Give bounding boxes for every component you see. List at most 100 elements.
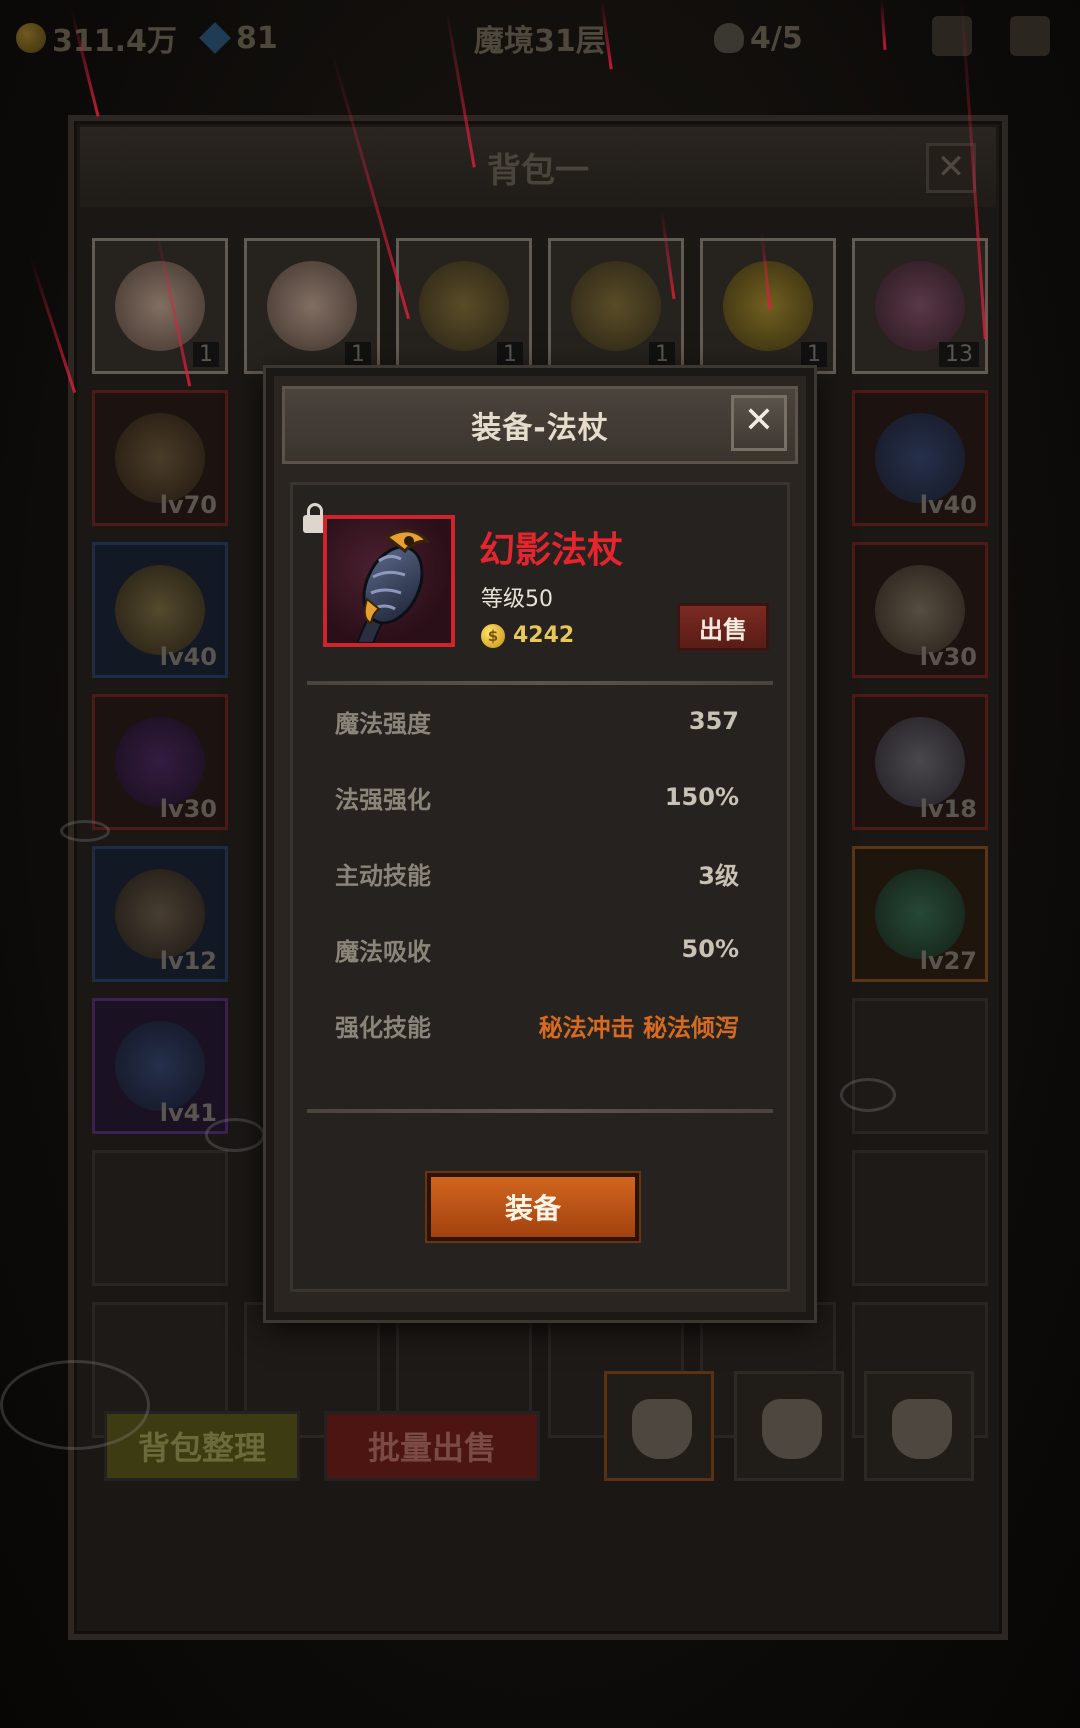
ring-icon bbox=[875, 565, 965, 655]
stat-value: 357 bbox=[688, 707, 739, 735]
inventory-slot[interactable]: lv30 bbox=[92, 694, 228, 830]
sell-button[interactable]: 出售 bbox=[677, 603, 769, 651]
inventory-slot[interactable]: lv41 bbox=[92, 998, 228, 1134]
item-quantity: 1 bbox=[193, 342, 219, 367]
backpack-tab-2[interactable] bbox=[734, 1371, 844, 1481]
stat-label: 魔法强度 bbox=[335, 709, 431, 738]
item-quantity: 13 bbox=[939, 342, 979, 367]
item-level: lv30 bbox=[159, 795, 217, 823]
ring-icon bbox=[115, 565, 205, 655]
item-level: lv70 bbox=[159, 491, 217, 519]
wind-swirl bbox=[205, 1118, 265, 1152]
item-price: $ 4242 bbox=[481, 623, 574, 648]
wind-swirl bbox=[840, 1078, 896, 1112]
top-status-bar: 311.4万 81 魔境31层 4/5 bbox=[0, 0, 1080, 75]
inventory-slot[interactable]: lv30 bbox=[852, 542, 988, 678]
stat-label: 强化技能 bbox=[335, 1013, 431, 1042]
item-level: lv18 bbox=[919, 795, 977, 823]
inventory-slot[interactable]: lv18 bbox=[852, 694, 988, 830]
backpack-tab-3[interactable] bbox=[864, 1371, 974, 1481]
inventory-slot[interactable]: lv70 bbox=[92, 390, 228, 526]
pouch-icon bbox=[762, 1399, 822, 1459]
bulk-sell-button[interactable]: 批量出售 bbox=[324, 1411, 540, 1481]
gold-counter: 311.4万 bbox=[16, 18, 177, 59]
item-quantity: 1 bbox=[345, 342, 371, 367]
backpack-header: 背包一 ✕ bbox=[80, 127, 996, 207]
gem-icon bbox=[199, 22, 231, 54]
inventory-slot[interactable]: lv12 bbox=[92, 846, 228, 982]
wind-swirl bbox=[0, 1360, 150, 1450]
item-level: lv27 bbox=[919, 947, 977, 975]
item-quantity: 1 bbox=[801, 342, 827, 367]
stat-row: 法强强化 150% bbox=[335, 777, 739, 817]
price-value: 4242 bbox=[513, 623, 575, 648]
dialog-body: 幻影法杖 等级50 $ 4242 出售 魔法强度 357 法强强化 150% 主… bbox=[290, 482, 790, 1292]
lives-amount: 4/5 bbox=[750, 20, 803, 56]
floor-indicator: 魔境31层 bbox=[474, 24, 606, 59]
inventory-slot[interactable]: lv40 bbox=[852, 390, 988, 526]
item-level: lv12 bbox=[159, 947, 217, 975]
cake-icon bbox=[115, 261, 205, 351]
inventory-slot[interactable]: 1 bbox=[92, 238, 228, 374]
item-quantity: 1 bbox=[649, 342, 675, 367]
inventory-slot[interactable]: 1 bbox=[548, 238, 684, 374]
skull-icon bbox=[714, 23, 744, 53]
stat-label: 主动技能 bbox=[335, 861, 431, 890]
backpack-title: 背包一 bbox=[487, 150, 589, 191]
settings-gear-icon[interactable] bbox=[1010, 16, 1050, 56]
equip-button[interactable]: 装备 bbox=[427, 1173, 639, 1241]
ring-icon bbox=[875, 413, 965, 503]
stat-label: 魔法吸收 bbox=[335, 937, 431, 966]
ring-icon bbox=[875, 869, 965, 959]
gold-amount: 311.4万 bbox=[52, 24, 177, 59]
phantom-staff-icon bbox=[355, 529, 431, 643]
pouch-icon bbox=[632, 1399, 692, 1459]
item-level: lv40 bbox=[919, 491, 977, 519]
inventory-slot[interactable]: lv27 bbox=[852, 846, 988, 982]
helmet-icon bbox=[115, 869, 205, 959]
divider bbox=[307, 1109, 773, 1113]
item-quantity: 1 bbox=[497, 342, 523, 367]
inventory-slot[interactable]: 1 bbox=[396, 238, 532, 374]
stat-row: 主动技能 3级 bbox=[335, 853, 739, 893]
beer-mug-icon bbox=[419, 261, 509, 351]
dialog-close-button[interactable]: ✕ bbox=[731, 395, 787, 451]
inventory-slot-empty[interactable] bbox=[92, 1150, 228, 1286]
stat-row: 魔法吸收 50% bbox=[335, 929, 739, 969]
inventory-slot[interactable]: 1 bbox=[244, 238, 380, 374]
potion-icon bbox=[875, 261, 965, 351]
lives-counter: 4/5 bbox=[714, 18, 803, 58]
item-level: lv40 bbox=[159, 643, 217, 671]
inventory-slot-empty[interactable] bbox=[852, 1150, 988, 1286]
divider bbox=[307, 681, 773, 685]
stat-row-enhanced-skills: 强化技能 秘法冲击 秘法倾泻 bbox=[335, 1005, 739, 1045]
stat-row: 魔法强度 357 bbox=[335, 701, 739, 741]
gem-amount: 81 bbox=[236, 20, 278, 56]
backpack-tab-1[interactable] bbox=[604, 1371, 714, 1481]
inventory-slot[interactable]: 13 bbox=[852, 238, 988, 374]
item-portrait bbox=[323, 515, 455, 647]
pouch-icon bbox=[892, 1399, 952, 1459]
dialog-title: 装备-法杖 bbox=[471, 411, 609, 446]
beer-mug-icon bbox=[571, 261, 661, 351]
stat-value: 150% bbox=[664, 783, 739, 811]
cake-icon bbox=[267, 261, 357, 351]
gold-coin-icon bbox=[16, 23, 46, 53]
gold-coin-icon: $ bbox=[481, 623, 505, 648]
equipment-dialog: 装备-法杖 ✕ 幻影法杖 等级50 $ 4242 出售 魔法强度 357 法强强… bbox=[266, 368, 814, 1320]
hood-icon bbox=[115, 717, 205, 807]
inventory-slot[interactable]: lv40 bbox=[92, 542, 228, 678]
stat-label: 法强强化 bbox=[335, 785, 431, 814]
inventory-slot-empty[interactable] bbox=[852, 998, 988, 1134]
item-level: lv41 bbox=[159, 1099, 217, 1127]
amulet-icon bbox=[115, 1021, 205, 1111]
item-level-text: 等级50 bbox=[481, 587, 553, 612]
backpack-close-button[interactable]: ✕ bbox=[926, 143, 976, 193]
wind-swirl bbox=[60, 820, 110, 842]
enhanced-skills-value: 秘法冲击 秘法倾泻 bbox=[538, 1013, 739, 1042]
ram-horn-staff-icon bbox=[115, 413, 205, 503]
dialog-header: 装备-法杖 ✕ bbox=[282, 386, 798, 464]
stat-value: 50% bbox=[681, 935, 739, 963]
gem-counter: 81 bbox=[199, 18, 278, 58]
dagger-icon bbox=[875, 717, 965, 807]
